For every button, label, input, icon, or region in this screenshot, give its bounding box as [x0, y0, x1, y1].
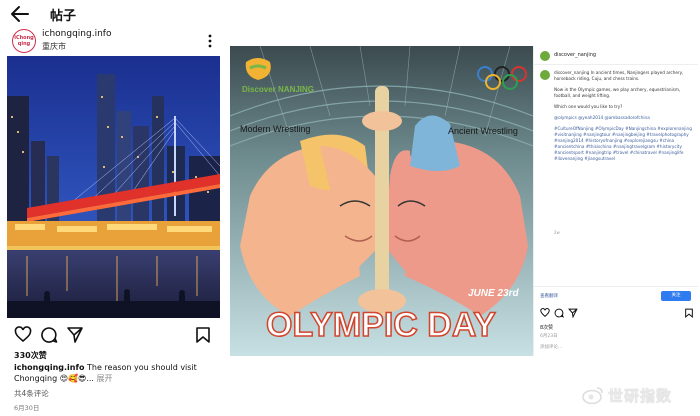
caption-avatar[interactable]: [540, 70, 550, 80]
share-icon[interactable]: [568, 308, 578, 318]
add-comment-input[interactable]: 添加评论...: [540, 344, 562, 350]
bookmark-icon[interactable]: [194, 326, 212, 344]
post-photo-chongqing-night[interactable]: [7, 56, 220, 318]
watermark-text: 世研指数: [608, 387, 673, 405]
poster-logo-text: Discover NANJING: [242, 85, 314, 94]
caption-paragraph-3: Which one would you like to try?: [554, 104, 623, 109]
follow-button[interactable]: 关注: [661, 291, 691, 301]
post-sidebar: discover_nanjing discover_nanjing In anc…: [533, 46, 698, 356]
post-date: 6月30日: [14, 404, 40, 412]
sidebar-caption: discover_nanjing In ancient times, Nanji…: [554, 70, 694, 167]
caption-paragraph-2: Now in the Olympic games, we play archer…: [554, 87, 681, 98]
caption-hashtags[interactable]: #CultureOfNanjing #OlympicDay #Nanjingch…: [554, 126, 694, 162]
avatar[interactable]: iChong qing: [12, 29, 36, 53]
sidebar-divider: [534, 64, 698, 65]
poster-label-ancient: Ancient Wrestling: [448, 126, 518, 136]
like-count[interactable]: 330次赞: [14, 350, 47, 361]
translate-link[interactable]: 查看翻译: [540, 293, 558, 299]
post-location[interactable]: 重庆市: [42, 41, 66, 52]
poster-date: JUNE 23rd: [468, 288, 519, 299]
more-options-icon[interactable]: [208, 34, 212, 48]
view-comments-link[interactable]: 共4条评论: [14, 388, 49, 399]
sidebar-avatar[interactable]: [540, 51, 550, 61]
caption-age: 2w: [554, 230, 560, 235]
share-icon[interactable]: [66, 326, 84, 344]
heart-icon[interactable]: [14, 326, 32, 344]
screenshot-root: 帖子 iChong qing ichongqing.info 重庆市 330次赞…: [0, 0, 700, 416]
watermark: 世研指数: [582, 384, 692, 406]
sidebar-divider-2: [534, 286, 698, 287]
sidebar-post-date: 6月23日: [540, 334, 558, 339]
page-title: 帖子: [50, 9, 77, 24]
avatar-logo-text: iChong qing: [14, 35, 34, 47]
caption-credits[interactable]: @olympics @yeah2014 @ambassadorofchina: [554, 115, 694, 121]
sidebar-account-name[interactable]: discover_nanjing: [554, 52, 596, 58]
heart-icon[interactable]: [540, 308, 550, 318]
expand-caption-link[interactable]: 展开: [97, 374, 113, 383]
poster-label-modern: Modern Wrestling: [240, 124, 310, 134]
comment-icon[interactable]: [554, 308, 564, 318]
olympic-day-poster[interactable]: Discover NANJING Modern Wrestling Ancien…: [230, 46, 533, 356]
post-caption: ichongqing.info The reason you should vi…: [14, 362, 219, 384]
mobile-top-bar: 帖子: [0, 0, 226, 28]
post-header: iChong qing ichongqing.info 重庆市: [10, 28, 220, 54]
desktop-post: Discover NANJING Modern Wrestling Ancien…: [230, 46, 698, 356]
comment-icon[interactable]: [40, 326, 58, 344]
caption-paragraph-1: discover_nanjing In ancient times, Nanji…: [554, 70, 684, 81]
mobile-post: 帖子 iChong qing ichongqing.info 重庆市 330次赞…: [0, 0, 226, 416]
sidebar-like-count[interactable]: 8次赞: [540, 324, 553, 331]
weibo-logo-icon: [582, 387, 603, 405]
poster-title: OLYMPIC DAY: [266, 306, 496, 344]
account-name[interactable]: ichongqing.info: [42, 29, 111, 39]
caption-username[interactable]: ichongqing.info: [14, 363, 84, 372]
post-actions: [14, 326, 210, 344]
bookmark-icon[interactable]: [684, 308, 694, 318]
sidebar-actions: [540, 308, 693, 320]
back-arrow-icon[interactable]: [10, 5, 30, 23]
